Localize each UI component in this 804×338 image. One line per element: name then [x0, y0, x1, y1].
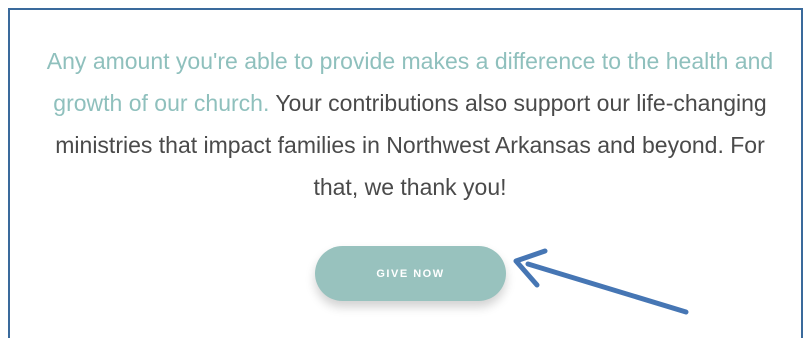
give-now-button[interactable]: GIVE NOW: [315, 246, 506, 301]
donation-message: Any amount you're able to provide makes …: [30, 40, 790, 208]
donation-panel: Any amount you're able to provide makes …: [8, 8, 803, 338]
